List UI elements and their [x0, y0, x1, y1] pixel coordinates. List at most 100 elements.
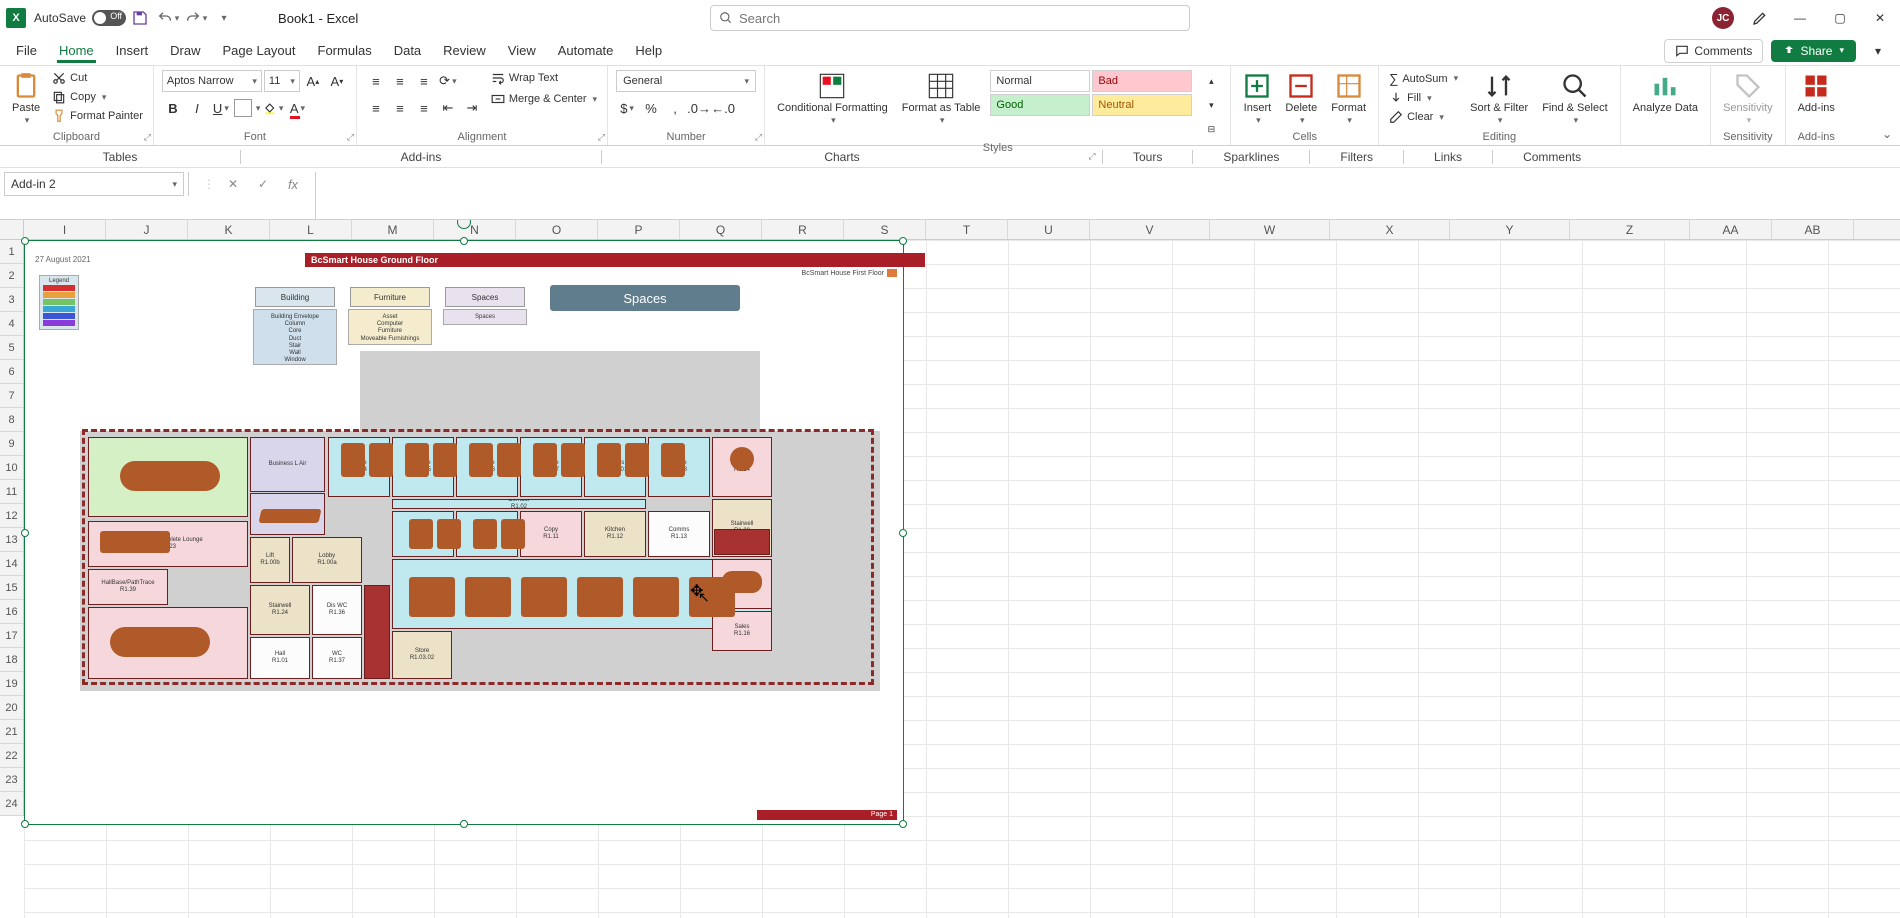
col-header[interactable]: K [188, 220, 270, 239]
fill-color-button[interactable]: ▾ [262, 97, 284, 119]
ctx-tables[interactable]: Tables [0, 150, 240, 164]
fp-tab-furniture[interactable]: Furniture [350, 287, 430, 307]
search-input[interactable] [739, 11, 1181, 26]
row-header[interactable]: 22 [0, 744, 23, 768]
ctx-filters[interactable]: Filters [1310, 150, 1403, 164]
comments-button[interactable]: Comments [1664, 39, 1763, 63]
align-middle-icon[interactable]: ≡ [389, 70, 411, 92]
fp-tab-spaces[interactable]: Spaces [445, 287, 525, 307]
minimize-icon[interactable]: — [1786, 4, 1814, 32]
row-header[interactable]: 18 [0, 648, 23, 672]
delete-cells-button[interactable]: Delete▾ [1281, 70, 1321, 128]
pen-icon[interactable] [1746, 4, 1774, 32]
styles-more-icon[interactable]: ⊟ [1200, 118, 1222, 140]
align-top-icon[interactable]: ≡ [365, 70, 387, 92]
tab-formulas[interactable]: Formulas [308, 39, 382, 62]
row-header[interactable]: 21 [0, 720, 23, 744]
name-box[interactable]: Add-in 2▾ [4, 172, 184, 196]
col-header[interactable]: S [844, 220, 926, 239]
fb-more-icon[interactable]: ⋮ [203, 177, 215, 191]
row-header[interactable]: 12 [0, 504, 23, 528]
tab-view[interactable]: View [498, 39, 546, 62]
row-header[interactable]: 24 [0, 792, 23, 816]
resize-handle-n[interactable] [460, 237, 468, 245]
decrease-decimal-icon[interactable]: ←.0 [712, 97, 734, 119]
decrease-font-icon[interactable]: A▾ [326, 70, 348, 92]
align-center-icon[interactable]: ≡ [389, 97, 411, 119]
cut-button[interactable]: Cut [50, 70, 145, 86]
resize-handle-ne[interactable] [899, 237, 907, 245]
paste-button[interactable]: Paste▾ [8, 70, 44, 128]
maximize-icon[interactable]: ▢ [1826, 4, 1854, 32]
format-cells-button[interactable]: Format▾ [1327, 70, 1370, 128]
col-header[interactable]: J [106, 220, 188, 239]
embedded-object-floorplan[interactable]: 27 August 2021 BcSmart House Ground Floo… [24, 240, 904, 825]
confirm-entry-icon[interactable]: ✓ [251, 172, 275, 196]
row-header[interactable]: 13 [0, 528, 23, 552]
styles-scroll-up-icon[interactable]: ▴ [1200, 70, 1222, 92]
row-header[interactable]: 20 [0, 696, 23, 720]
align-left-icon[interactable]: ≡ [365, 97, 387, 119]
ribbon-collapse-icon[interactable]: ⌄ [1882, 127, 1892, 141]
styles-scroll-down-icon[interactable]: ▾ [1200, 94, 1222, 116]
row-header[interactable]: 10 [0, 456, 23, 480]
avatar[interactable]: JC [1712, 7, 1734, 29]
save-icon[interactable] [128, 6, 152, 30]
ctx-links[interactable]: Links [1404, 150, 1492, 164]
share-button[interactable]: Share▾ [1771, 40, 1856, 62]
fp-tab-building[interactable]: Building [255, 287, 335, 307]
number-launcher-icon[interactable]: ⤢ [755, 132, 762, 143]
increase-font-icon[interactable]: A▴ [302, 70, 324, 92]
style-bad[interactable]: Bad [1092, 70, 1192, 92]
search-box[interactable] [710, 5, 1190, 31]
tab-file[interactable]: File [6, 39, 47, 62]
row-header[interactable]: 16 [0, 600, 23, 624]
tab-help[interactable]: Help [625, 39, 672, 62]
resize-handle-w[interactable] [21, 529, 29, 537]
format-painter-button[interactable]: Format Painter [50, 108, 145, 124]
style-neutral[interactable]: Neutral [1092, 94, 1192, 116]
col-header[interactable]: Q [680, 220, 762, 239]
row-header[interactable]: 9 [0, 432, 23, 456]
conditional-formatting-button[interactable]: Conditional Formatting▾ [773, 70, 892, 128]
qat-customize-icon[interactable]: ▾ [212, 6, 236, 30]
fp-next-floor-link[interactable]: BcSmart House First Floor [802, 269, 897, 277]
ctx-tours[interactable]: Tours [1103, 150, 1192, 164]
ctx-sparklines[interactable]: Sparklines [1193, 150, 1309, 164]
ribbon-options-icon[interactable]: ▾ [1864, 37, 1892, 65]
col-header[interactable]: N [434, 220, 516, 239]
col-header[interactable]: AA [1690, 220, 1772, 239]
style-good[interactable]: Good [990, 94, 1090, 116]
ctx-comments[interactable]: Comments [1493, 150, 1611, 164]
clear-button[interactable]: Clear▾ [1387, 109, 1460, 125]
toggle-switch[interactable]: Off [92, 10, 126, 26]
tab-page-layout[interactable]: Page Layout [213, 39, 306, 62]
undo-icon[interactable]: ▾ [156, 6, 180, 30]
wrap-text-button[interactable]: Wrap Text [489, 70, 599, 86]
col-header[interactable]: X [1330, 220, 1450, 239]
row-header[interactable]: 6 [0, 360, 23, 384]
row-header[interactable]: 15 [0, 576, 23, 600]
fill-button[interactable]: Fill▾ [1387, 90, 1460, 106]
ctx-charts[interactable]: Charts [602, 150, 1082, 164]
align-bottom-icon[interactable]: ≡ [413, 70, 435, 92]
col-header[interactable]: P [598, 220, 680, 239]
style-normal[interactable]: Normal [990, 70, 1090, 92]
ctx-addins[interactable]: Add-ins [241, 150, 601, 164]
find-select-button[interactable]: Find & Select▾ [1538, 70, 1611, 128]
col-header[interactable]: Z [1570, 220, 1690, 239]
row-header[interactable]: 11 [0, 480, 23, 504]
alignment-launcher-icon[interactable]: ⤢ [598, 132, 605, 143]
col-header[interactable]: W [1210, 220, 1330, 239]
orientation-icon[interactable]: ⟳▾ [437, 70, 459, 92]
tab-automate[interactable]: Automate [548, 39, 624, 62]
redo-icon[interactable]: ▾ [184, 6, 208, 30]
row-header[interactable]: 5 [0, 336, 23, 360]
fx-icon[interactable]: fx [281, 172, 305, 196]
decrease-indent-icon[interactable]: ⇤ [437, 97, 459, 119]
row-header[interactable]: 19 [0, 672, 23, 696]
italic-button[interactable]: I [186, 97, 208, 119]
sensitivity-button[interactable]: Sensitivity▾ [1719, 70, 1777, 128]
tab-review[interactable]: Review [433, 39, 496, 62]
col-header[interactable]: T [926, 220, 1008, 239]
